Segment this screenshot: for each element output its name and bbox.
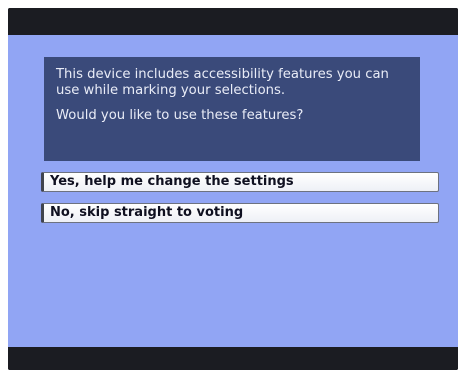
accessibility-description: This device includes accessibility featu… — [56, 67, 389, 98]
no-skip-to-voting-button[interactable]: No, skip straight to voting — [41, 203, 439, 223]
accessibility-info-box: This device includes accessibility featu… — [44, 57, 420, 161]
accessibility-question: Would you like to use these features? — [56, 108, 304, 123]
bottom-bar — [8, 347, 458, 370]
yes-change-settings-button[interactable]: Yes, help me change the settings — [41, 172, 439, 192]
top-bar — [8, 8, 458, 35]
main-content: This device includes accessibility featu… — [8, 35, 458, 347]
voting-screen: This device includes accessibility featu… — [8, 8, 458, 370]
